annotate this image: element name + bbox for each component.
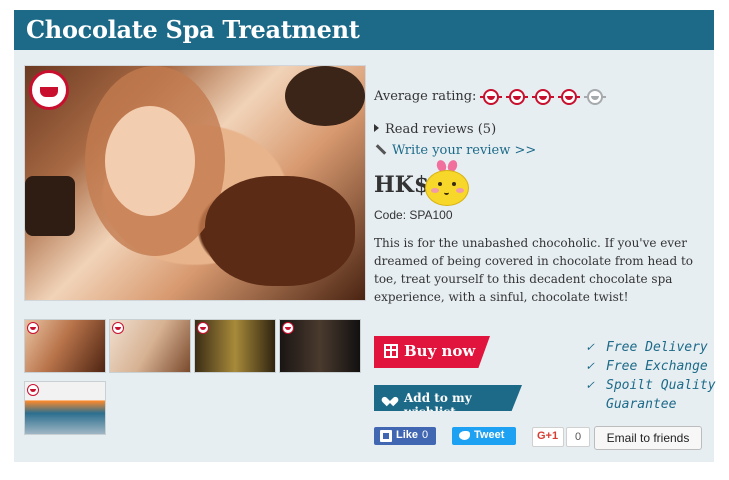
pencil-icon [374, 143, 386, 155]
teapot-rating-icon [532, 87, 554, 107]
thumbnail-2[interactable] [109, 319, 191, 373]
teapot-logo-icon [29, 70, 69, 110]
rating-stars [480, 87, 606, 107]
page-title: Chocolate Spa Treatment [26, 15, 360, 44]
teapot-rating-icon [480, 87, 502, 107]
buy-now-button[interactable]: Buy now [374, 336, 490, 368]
read-reviews-label: Read reviews (5) [385, 122, 497, 137]
teapot-rating-icon [584, 87, 606, 107]
feature-item: Guarantee [606, 397, 677, 412]
thumbnail-4[interactable] [279, 319, 361, 373]
thumbnail-5[interactable] [24, 381, 106, 435]
thumbnail-1[interactable] [24, 319, 106, 373]
feature-item: ✓ Free Exchange [586, 359, 708, 374]
gplus-count: 0 [566, 427, 590, 447]
teapot-logo-icon [197, 322, 209, 334]
buy-now-label: Buy now [404, 342, 476, 360]
check-icon: ✓ [586, 359, 594, 374]
check-icon: ✓ [586, 378, 594, 393]
teapot-logo-icon [27, 322, 39, 334]
product-code: Code: SPA100 [374, 208, 453, 222]
features-list: ✓ Free Delivery ✓ Free Exchange ✓ Spoilt Qu… [586, 338, 716, 414]
gplus-label: G+1 [537, 430, 559, 442]
write-review-label: Write your review >> [392, 143, 537, 158]
read-reviews-link[interactable]: Read reviews (5) [374, 122, 496, 137]
product-description: This is for the unabashed chocoholic. If… [374, 236, 693, 304]
thumbnail-3[interactable] [194, 319, 276, 373]
feature-item: ✓ Spoilt Quality [586, 378, 716, 393]
tweet-label: Tweet [474, 429, 505, 441]
facebook-like-label: Like [396, 429, 419, 441]
teapot-logo-icon [27, 384, 39, 396]
main-product-image[interactable] [24, 65, 366, 301]
price: HK$ [374, 172, 430, 198]
facebook-like-button[interactable]: Like 0 [374, 427, 436, 445]
email-to-friends-button[interactable]: Email to friends [594, 426, 702, 450]
facebook-like-count: 0 [422, 429, 429, 441]
check-icon: ✓ [586, 340, 594, 355]
smiley-sticker-icon [423, 160, 471, 206]
write-review-link[interactable]: Write your review >> [374, 143, 536, 158]
teapot-logo-icon [282, 322, 294, 334]
teapot-rating-icon [506, 87, 528, 107]
triangle-right-icon [374, 124, 379, 132]
add-to-wishlist-button[interactable]: Add to my wishlist [374, 385, 522, 411]
heart-icon [385, 393, 395, 403]
title-bar: Chocolate Spa Treatment [14, 10, 714, 50]
tweet-button[interactable]: Tweet [452, 427, 516, 445]
teapot-rating-icon [558, 87, 580, 107]
average-rating-label: Average rating: [374, 89, 477, 104]
facebook-icon [380, 430, 392, 442]
teapot-logo-icon [112, 322, 124, 334]
feature-item: ✓ Free Delivery [586, 340, 708, 355]
gplus-button[interactable]: G+1 [532, 427, 564, 447]
gift-icon [384, 344, 398, 358]
twitter-icon [459, 431, 470, 440]
